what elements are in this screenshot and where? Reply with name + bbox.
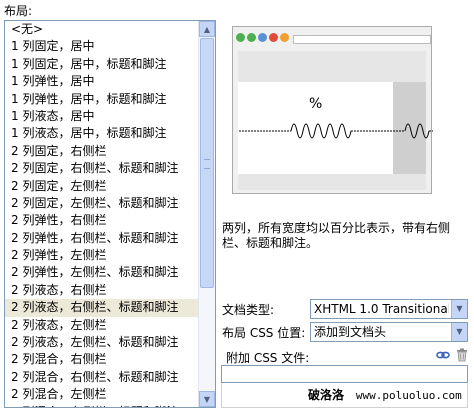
layout-item[interactable]: 2 列液态，左侧栏、标题和脚注 [5, 334, 201, 351]
elastic-spring-icon [239, 123, 433, 139]
link-icon[interactable] [436, 349, 450, 361]
css-file-input[interactable] [221, 365, 468, 383]
watermark-url: www.poluoluo.com [355, 389, 462, 402]
layout-item[interactable]: 2 列弹性，左侧栏 [5, 247, 201, 264]
layout-label: 布局: [4, 4, 33, 18]
layout-item[interactable]: 2 列液态，右侧栏、标题和脚注 [5, 299, 201, 317]
css-location-select[interactable]: 添加到文档头 ▼ [310, 322, 468, 342]
layout-preview: % [232, 26, 433, 194]
layout-item[interactable]: 1 列固定，居中 [5, 38, 201, 55]
layout-item[interactable]: 2 列混合，左侧栏 [5, 386, 201, 403]
doctype-value: XHTML 1.0 Transitional [314, 302, 449, 316]
layout-item[interactable]: 2 列固定，左侧栏 [5, 178, 201, 195]
layout-item[interactable]: 2 列弹性，右侧栏、标题和脚注 [5, 230, 201, 247]
layout-item[interactable]: 2 列固定，右侧栏 [5, 143, 201, 160]
layout-item[interactable]: 1 列液态，居中 [5, 108, 201, 125]
scroll-thumb[interactable] [200, 38, 214, 288]
layout-item[interactable]: 2 列液态，左侧栏 [5, 317, 201, 334]
layout-description: 两列，所有宽度均以百分比表示，带有右侧栏、标题和脚注。 [222, 221, 451, 250]
scroll-grip-icon [204, 159, 210, 169]
layout-item[interactable]: 1 列液态，居中，标题和脚注 [5, 125, 201, 142]
layout-item[interactable]: 1 列固定，居中，标题和脚注 [5, 56, 201, 73]
doctype-label: 文档类型: [222, 303, 275, 317]
layout-items: <无> 1 列固定，居中 1 列固定，居中，标题和脚注 1 列弹性，居中 1 列弹性，居… [5, 21, 201, 407]
layout-item[interactable]: 2 列混合，右侧栏 [5, 351, 201, 368]
scroll-down-button[interactable]: ▼ [199, 391, 215, 407]
chevron-down-icon[interactable]: ▼ [451, 300, 467, 318]
doctype-select[interactable]: XHTML 1.0 Transitional ▼ [310, 299, 468, 319]
chevron-down-icon[interactable]: ▼ [451, 323, 467, 341]
layout-item[interactable]: 2 列混合，左侧栏、标题和脚注 [5, 404, 201, 407]
css-location-label: 布局 CSS 位置: [222, 326, 306, 340]
layout-item[interactable]: 2 列弹性，右侧栏 [5, 212, 201, 229]
layout-item[interactable]: 1 列弹性，居中，标题和脚注 [5, 91, 201, 108]
css-location-value: 添加到文档头 [314, 325, 387, 339]
scroll-up-button[interactable]: ▲ [199, 21, 215, 37]
watermark: 破洛洛 www.poluoluo.com [308, 386, 462, 403]
layout-item[interactable]: 2 列固定，左侧栏、标题和脚注 [5, 195, 201, 212]
attach-css-label: 附加 CSS 文件: [226, 351, 310, 365]
layout-item[interactable]: 2 列固定，右侧栏、标题和脚注 [5, 160, 201, 177]
layout-item[interactable]: 2 列混合，右侧栏、标题和脚注 [5, 369, 201, 386]
list-scrollbar[interactable]: ▲ ▼ [198, 21, 215, 407]
watermark-brand: 破洛洛 [308, 388, 345, 402]
trash-icon[interactable] [456, 348, 468, 362]
layout-listbox[interactable]: <无> 1 列固定，居中 1 列固定，居中，标题和脚注 1 列弹性，居中 1 列弹性，居… [4, 20, 216, 408]
layout-item[interactable]: <无> [5, 21, 201, 38]
layout-item[interactable]: 1 列弹性，居中 [5, 73, 201, 90]
layout-item[interactable]: 2 列弹性，左侧栏、标题和脚注 [5, 264, 201, 281]
layout-item[interactable]: 2 列液态，右侧栏 [5, 282, 201, 299]
